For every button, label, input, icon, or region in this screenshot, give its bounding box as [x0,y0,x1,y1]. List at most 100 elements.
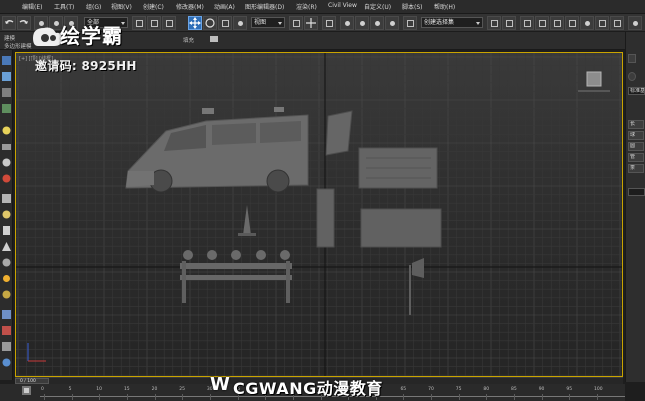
track-bar-tick-label: 15 [123,387,130,392]
track-bar-tick-label: 100 [594,387,603,392]
angle-snap-button[interactable] [355,16,369,30]
tube-button[interactable]: 管 [628,153,644,162]
cone-primitive-icon[interactable] [2,242,11,251]
pivot-icon [293,20,300,27]
barrier-bench-model[interactable] [180,250,292,303]
snap-toggle-button[interactable] [340,16,354,30]
schematic-view-button[interactable] [565,16,579,30]
top-viewport[interactable]: [+] [顶] [线框] 邀请码: 8925HH [15,52,623,377]
camera-icon[interactable] [2,142,11,151]
cylinder-primitive-icon[interactable] [2,226,11,235]
track-bar-tick-label: 95 [566,387,573,392]
teapot-button[interactable]: 茶 [628,164,644,173]
menu-customize[interactable]: 自定义(U) [364,2,391,11]
track-bar-tick [44,394,45,400]
select-move-button[interactable] [188,16,202,30]
percent-snap-icon [375,21,380,26]
menu-rendering[interactable]: 渲染(R) [296,2,317,11]
ribbon-fill-label[interactable]: 填充 [183,36,194,44]
ribbon-polygon-modeling-label[interactable]: 多边形建模 [4,42,32,50]
render-setup-button[interactable] [595,16,609,30]
primitive-type-dropdown[interactable]: 标准基 [628,87,645,95]
pivot-center-button[interactable] [289,16,303,30]
spinner-snap-button[interactable] [385,16,399,30]
sphere-primitive-icon[interactable] [2,210,11,219]
geometry-category-button[interactable] [628,72,636,81]
render-frame-icon [614,20,621,27]
mirror-button[interactable] [487,16,501,30]
menu-create[interactable]: 创建(C) [143,2,164,11]
curve-editor-icon [554,20,561,27]
layers-icon [524,20,531,27]
left-tool-strip [0,50,13,380]
brush-icon[interactable] [2,326,11,335]
menu-graph-editors[interactable]: 图形编辑器(D) [245,2,284,11]
ribbon-tab-modeling[interactable]: 建模 [4,34,15,42]
bone-icon[interactable] [2,342,11,351]
grille-panel-model[interactable] [358,147,438,189]
align-button[interactable] [502,16,516,30]
track-bar-tick-label: 10 [96,387,103,392]
undo-icon [5,20,14,24]
geosphere-icon[interactable] [2,258,11,267]
select-scale-button[interactable] [218,16,232,30]
menu-tools[interactable]: 工具(T) [54,2,74,11]
track-bar-tick [182,394,184,400]
undo-button[interactable] [2,16,16,30]
track-bar-tick [486,394,488,400]
menu-animation[interactable]: 动画(A) [214,2,235,11]
cylinder-button[interactable]: 圆 [628,142,644,151]
material-editor-button[interactable] [580,16,594,30]
curve-editor-button[interactable] [550,16,564,30]
create-tab-button[interactable] [628,54,636,63]
track-bar-tick-label: 5 [68,387,72,392]
menu-help[interactable]: 帮助(H) [434,2,455,11]
reference-coordinate-dropdown[interactable]: 视图 [251,17,285,28]
ribbon-options-icon[interactable] [210,36,218,42]
object-paint-icon[interactable] [2,104,11,113]
edit-named-selection-button[interactable] [403,16,417,30]
percent-snap-button[interactable] [370,16,384,30]
selection-icon[interactable] [2,88,11,97]
side-door-model[interactable] [316,188,335,248]
helper-icon[interactable] [2,158,11,167]
track-bar-tick [154,394,156,400]
freeform-icon[interactable] [2,72,11,81]
render-button[interactable] [628,16,642,30]
manipulate-button[interactable] [304,16,318,30]
render-setup-icon [599,20,606,27]
place-icon [238,21,243,26]
door-panel-model[interactable] [325,110,353,156]
key-filter-icon[interactable] [22,386,31,395]
box-button[interactable]: 长 [628,120,644,129]
menu-edit[interactable]: 编辑(E) [22,2,42,11]
floor-panel-model[interactable] [360,208,442,248]
menu-scripting[interactable]: 脚本(S) [402,2,423,11]
sphere-button[interactable]: 球 [628,131,644,140]
box-primitive-icon[interactable] [2,194,11,203]
menu-view[interactable]: 视图(V) [111,2,132,11]
target-light-icon[interactable] [2,290,11,299]
particle-icon[interactable] [2,310,11,319]
track-bar-tick-label: 90 [538,387,545,392]
select-rotate-button[interactable] [203,16,217,30]
paint-select-icon[interactable] [2,56,11,65]
light-bulb-icon[interactable] [2,126,11,135]
van-model[interactable] [125,107,309,193]
globe-icon[interactable] [2,358,11,367]
menu-modifiers[interactable]: 修改器(M) [176,2,204,11]
object-name-field[interactable] [628,188,645,196]
place-button[interactable] [233,16,247,30]
named-selection-dropdown[interactable]: 创建选择集 [421,17,483,28]
keyboard-shortcut-button[interactable] [322,16,336,30]
track-bar-tick [431,394,433,400]
menu-group[interactable]: 组(G) [86,2,101,11]
track-bar-tick [569,394,571,400]
ribbon-toggle-button[interactable] [535,16,549,30]
sun-light-icon[interactable] [2,274,11,283]
render-frame-button[interactable] [610,16,624,30]
menu-civil-view[interactable]: Civil View [328,2,357,9]
layer-explorer-button[interactable] [520,16,534,30]
redo-button[interactable] [17,16,31,30]
space-warp-tool-icon[interactable] [2,174,11,183]
